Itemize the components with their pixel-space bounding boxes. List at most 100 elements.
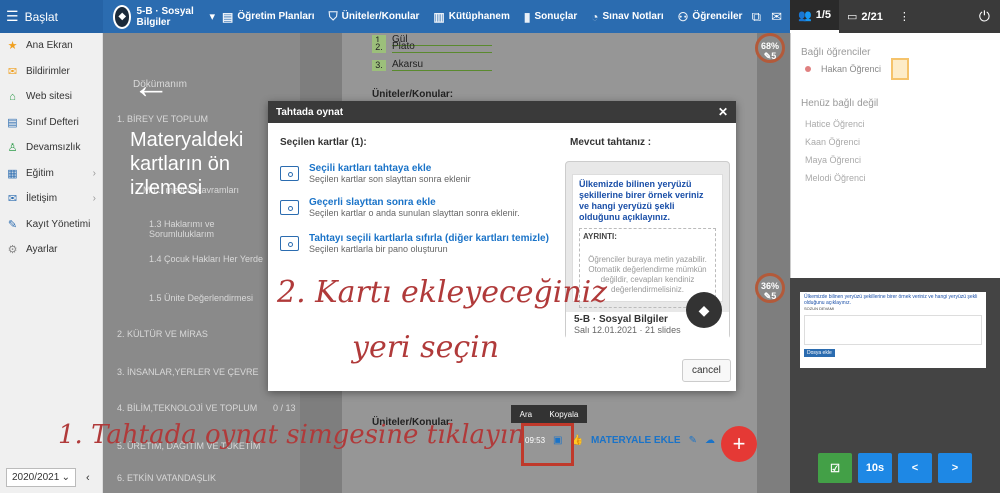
score-badge: 36% ✎5	[755, 273, 785, 303]
chevron-right-icon: ›	[92, 167, 96, 179]
cancel-button[interactable]: cancel	[682, 359, 731, 382]
tab-students[interactable]: 👥 1/5	[790, 0, 839, 33]
choice-add-after-current[interactable]: Geçerli slayttan sonra ekle Seçilen kartl…	[280, 197, 520, 218]
unit-row[interactable]: 3. İNSANLAR,YERLER VE ÇEVRE	[117, 367, 259, 377]
close-icon[interactable]: ✕	[718, 105, 736, 119]
nav-label: Öğretim Planları	[237, 11, 315, 22]
gear-icon: ⚙	[7, 244, 18, 257]
library-icon: ▥	[433, 9, 445, 24]
not-connected-heading: Henüz bağlı değil	[801, 98, 879, 109]
collapse-icon[interactable]: ‹	[86, 472, 90, 484]
education-icon: ▦	[7, 167, 18, 180]
student-item[interactable]: Maya Öğrenci	[791, 151, 1000, 169]
student-item[interactable]: Kaan Öğrenci	[791, 133, 1000, 151]
sidebar-item[interactable]: ⌂ Web sitesi	[0, 84, 102, 110]
nav-item[interactable]: ◔ Sınav Notları	[584, 10, 670, 24]
choice-add-end[interactable]: Seçili kartları tahtaya ekle Seçilen kart…	[280, 163, 471, 184]
sidebar-item[interactable]: ✎ Kayıt Yönetimi	[0, 212, 102, 238]
selected-cards-title: Seçilen kartlar (1):	[280, 137, 367, 148]
nav-item[interactable]: ▮ Sonuçlar	[517, 10, 584, 24]
chat-icon[interactable]: ✉	[771, 9, 782, 25]
sidebar-item[interactable]: ★ Ana Ekran	[0, 33, 102, 59]
sidebar-item-label: Devamsızlık	[26, 142, 81, 154]
chart-icon: ▮	[523, 9, 531, 24]
sidebar-item-label: İletişim	[26, 193, 58, 205]
student-item[interactable]: Melodi Öğrenci	[791, 169, 1000, 187]
board-answer-label: AYRINTI:	[583, 232, 617, 241]
students-icon: 👥	[798, 9, 812, 22]
connected-student[interactable]: Hakan Öğrenci	[791, 58, 1000, 80]
student-list: Hatice Öğrenci Kaan Öğrenci Maya Öğrenci…	[791, 115, 1000, 187]
nav-item[interactable]: ⛉ Üniteler/Konular	[322, 9, 427, 24]
preview-question: Ülkemizde bilinen yeryüzü şekillerine bi…	[804, 294, 978, 306]
unit-row[interactable]: 2. KÜLTÜR VE MİRAS	[117, 329, 208, 339]
timer-button[interactable]: 10s	[858, 453, 892, 483]
class-logo-icon: ◆	[113, 4, 132, 29]
tooltip-search[interactable]: Ara	[520, 410, 532, 419]
main-nav: ▤ Öğretim Planları ⛉ Üniteler/Konular ▥ Kütüp…	[215, 9, 749, 24]
year-select[interactable]: 2020/2021 ⌄	[6, 468, 76, 487]
choice-desc: Seçilen kartlar son slayttan sonra eklen…	[309, 174, 471, 184]
topbar-tools: ⧉ ✉	[752, 9, 790, 25]
sidebar-item[interactable]: ▤ Sınıf Defteri	[0, 110, 102, 136]
sidebar-item-label: Kayıt Yönetimi	[26, 218, 91, 230]
unit-row[interactable]: 1.3 Haklarımı ve Sorumluluklarım	[149, 219, 269, 239]
user-icon: ♙	[7, 142, 18, 155]
tooltip-copy[interactable]: Kopyala	[549, 410, 578, 419]
unit-row[interactable]: 1.5 Ünite Değerlendirmesi	[149, 293, 253, 303]
edit-icon[interactable]: ✎	[689, 435, 697, 446]
sidebar-item-label: Ayarlar	[26, 244, 58, 256]
desk-icon: ▤	[222, 9, 234, 24]
power-icon: ⏻	[978, 8, 990, 24]
next-button[interactable]: >	[938, 453, 972, 483]
cast-icon[interactable]: ⧉	[752, 9, 761, 25]
student-item[interactable]: Hatice Öğrenci	[791, 115, 1000, 133]
class-name: 5-B · Sosyal Bilgiler	[136, 5, 194, 28]
board-controls: ☑ 10s < >	[790, 443, 1000, 493]
edit-icon: ✎	[7, 218, 18, 231]
prev-button[interactable]: <	[898, 453, 932, 483]
check-button[interactable]: ☑	[818, 453, 852, 483]
play-on-board-dialog: Tahtada oynat ✕ Seçilen kartlar (1): Mev…	[268, 101, 736, 391]
nav-label: Sınav Notları	[602, 11, 664, 22]
slide-preview[interactable]: Ülkemizde bilinen yeryüzü şekillerine bi…	[800, 292, 986, 368]
add-to-material-button[interactable]: MATERYALE EKLE	[591, 435, 681, 446]
option-text: Plato	[392, 41, 492, 53]
nav-item[interactable]: ⚇ Öğrenciler	[671, 10, 750, 24]
nav-item[interactable]: ▥ Kütüphanem	[426, 10, 516, 24]
option-3: 3. Akarsu	[372, 59, 492, 71]
option-text: Akarsu	[392, 59, 492, 71]
unit-row[interactable]: 1. BİREY VE TOPLUM	[117, 114, 208, 124]
cloud-icon[interactable]: ☁	[705, 435, 715, 446]
sidebar-item[interactable]: ✉ İletişim ›	[0, 186, 102, 212]
unit-row[interactable]: 6. ETKİN VATANDAŞLIK	[117, 473, 216, 483]
sidebar-item[interactable]: ✉ Bildirimler	[0, 59, 102, 85]
class-selector[interactable]: ◆ 5-B · Sosyal Bilgiler ▾	[103, 4, 215, 29]
nav-item[interactable]: ▤ Öğretim Planları	[215, 10, 322, 24]
start-button[interactable]: ☰ Başlat	[0, 0, 103, 33]
unit-row[interactable]: 1.4 Çocuk Hakları Her Yerde	[149, 254, 269, 264]
sidebar-item[interactable]: ▦ Eğitim ›	[0, 161, 102, 187]
unit-label: Üniteler/Konular:	[372, 89, 454, 100]
sidebar-item-label: Eğitim	[26, 167, 54, 179]
annotation-step-2a: 2. Kartı ekleyeceğiniz	[277, 275, 608, 310]
unit-row[interactable]: 4. BİLİM,TEKNOLOJİ VE TOPLUM	[117, 403, 257, 413]
tab-pages[interactable]: ▭ 2/21	[839, 0, 891, 33]
power-button[interactable]: ⏻	[979, 8, 1000, 25]
sidebar-item[interactable]: ♙ Devamsızlık	[0, 135, 102, 161]
chevron-down-icon: ⌄	[61, 472, 70, 483]
slide-insert-icon	[280, 200, 299, 215]
student-indicator	[891, 58, 910, 80]
timer-label: 10s	[865, 462, 885, 474]
preview-title: Materyaldeki kartların ön izlemesi	[130, 129, 244, 199]
sidebar-item[interactable]: ⚙ Ayarlar	[0, 237, 102, 263]
add-fab-button[interactable]: +	[721, 426, 757, 462]
back-arrow-icon[interactable]: ←	[132, 67, 170, 105]
more-button[interactable]: ⋮	[891, 0, 918, 33]
chevron-right-icon: >	[951, 462, 959, 474]
check-icon: ☑	[830, 462, 840, 475]
score-count: 5	[771, 51, 777, 61]
gauge-icon: ◔	[591, 9, 599, 24]
preview-upload-button: Dosya ekle	[804, 349, 835, 357]
choice-reset-board[interactable]: Tahtayı seçili kartlarla sıfırla (diğer …	[280, 233, 549, 254]
